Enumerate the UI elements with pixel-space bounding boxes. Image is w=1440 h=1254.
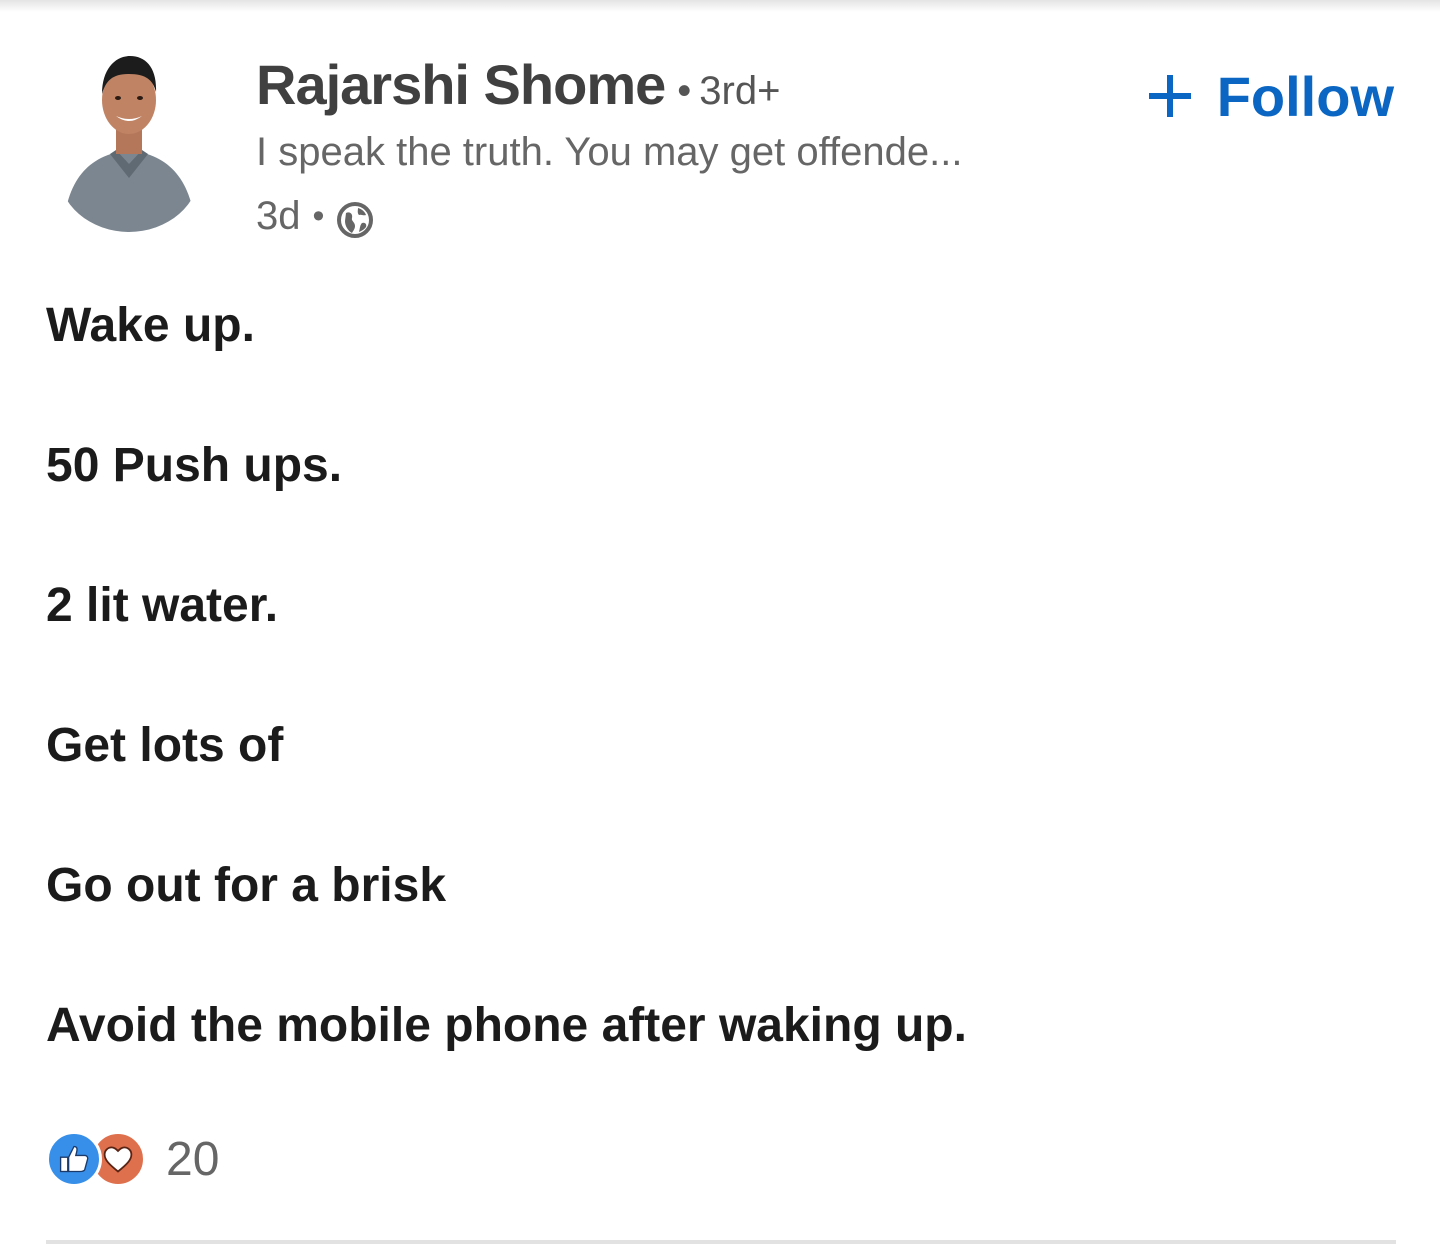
reactions-summary[interactable]: 20: [46, 1130, 219, 1188]
footer-divider: [46, 1240, 1396, 1244]
connection-degree: • 3rd+: [677, 69, 780, 114]
author-name[interactable]: Rajarshi Shome: [256, 52, 666, 117]
plus-icon: [1148, 75, 1191, 117]
author-headline[interactable]: I speak the truth. You may get offende..…: [256, 130, 962, 175]
post-text-line: Go out for a brisk: [46, 859, 447, 912]
post-text-line: Avoid the mobile phone after waking up.: [46, 999, 967, 1052]
post-card: Rajarshi Shome • 3rd+ I speak the truth. …: [0, 0, 1440, 1254]
post-text-line: Wake up.: [46, 299, 255, 352]
post-text-line: 50 Push ups.: [46, 439, 343, 492]
separator-dot: •: [677, 69, 692, 113]
like-icon: [46, 1131, 102, 1187]
connection-degree-label: 3rd+: [699, 69, 781, 113]
reaction-count: 20: [166, 1132, 220, 1186]
follow-label: Follow: [1216, 64, 1394, 128]
author-name-row: Rajarshi Shome • 3rd+: [256, 52, 780, 122]
reaction-icons: [46, 1131, 150, 1187]
post-text-line: 2 lit water.: [46, 579, 279, 632]
top-divider-shadow: [0, 0, 1440, 12]
follow-button[interactable]: Follow: [1147, 58, 1394, 134]
separator-dot: •: [312, 196, 325, 235]
post-time: 3d: [256, 193, 301, 238]
globe-icon: [337, 202, 374, 238]
author-avatar[interactable]: [58, 50, 200, 232]
post-meta: 3d •: [256, 190, 374, 242]
post-text-line: Get lots of: [46, 719, 284, 772]
